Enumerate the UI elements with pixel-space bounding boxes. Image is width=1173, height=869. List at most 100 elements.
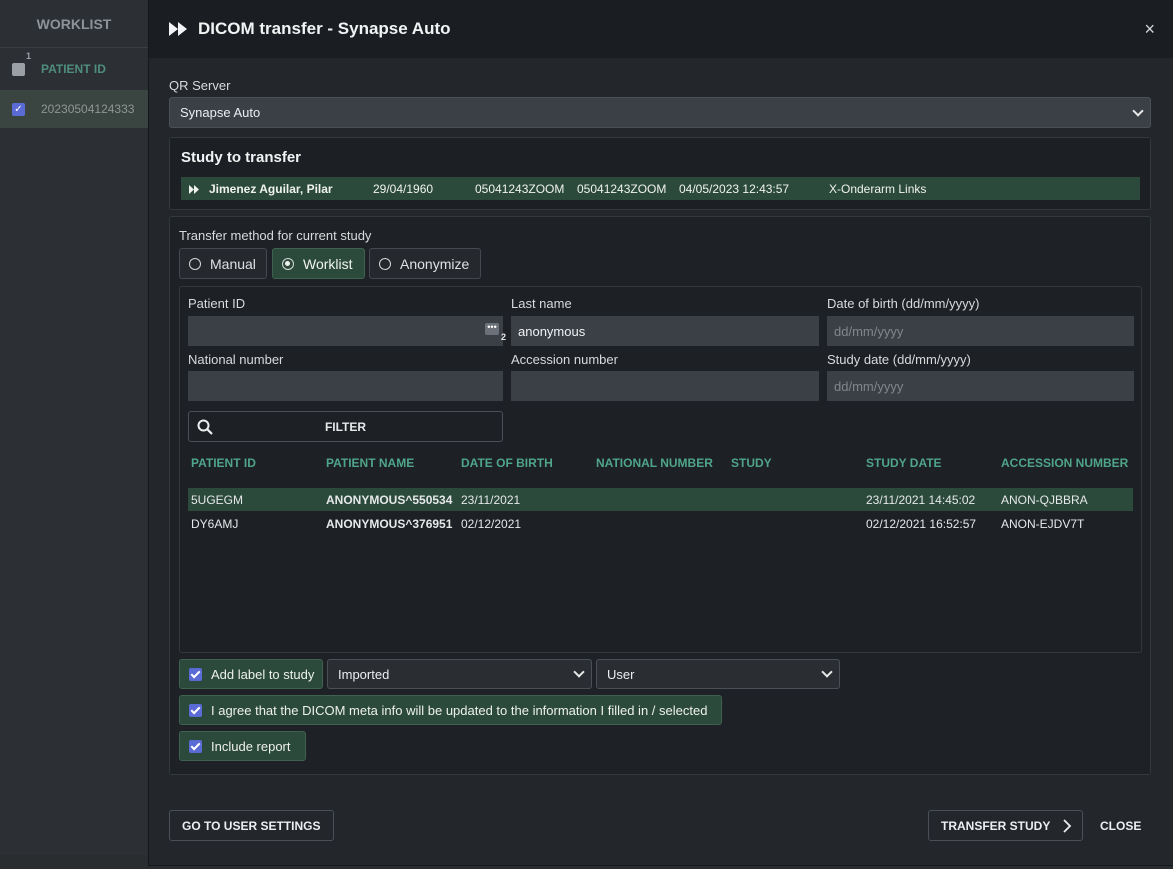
study-description: X-Onderarm Links xyxy=(829,182,927,196)
study-date-placeholder: dd/mm/yyyy xyxy=(834,378,904,394)
worklist-panel: WORKLIST 1 PATIENT ID ✓ 20230504124333 xyxy=(0,0,148,869)
study-row: Jimenez Aguilar, Pilar 29/04/1960 050412… xyxy=(181,177,1140,200)
radio-label: Worklist xyxy=(303,255,353,272)
transfer-study-button[interactable]: TRANSFER STUDY xyxy=(928,810,1083,841)
close-button[interactable]: CLOSE xyxy=(1100,819,1141,833)
chevron-down-icon xyxy=(573,666,585,678)
user-select-value: User xyxy=(607,666,635,682)
column-count: 1 xyxy=(26,51,32,61)
col-study[interactable]: STUDY xyxy=(731,456,772,470)
fast-forward-icon xyxy=(189,183,200,197)
row-patient-id: DY6AMJ xyxy=(191,517,239,531)
qr-server-value: Synapse Auto xyxy=(180,105,261,120)
col-date-of-birth[interactable]: DATE OF BIRTH xyxy=(461,456,553,470)
include-report-text: Include report xyxy=(211,738,291,754)
agree-checkbox[interactable]: I agree that the DICOM meta info will be… xyxy=(179,695,722,725)
study-title: Study to transfer xyxy=(181,149,302,166)
checkbox-checked-icon xyxy=(189,739,202,753)
table-row[interactable]: DY6AMJ ANONYMOUS^376951 02/12/2021 02/12… xyxy=(188,512,1133,535)
search-icon xyxy=(197,419,213,438)
radio-selected-icon xyxy=(282,257,294,270)
worklist-search-panel: Patient ID ••• 2 Last name anonymous Dat… xyxy=(179,286,1142,653)
row-patient-id: 5UGEGM xyxy=(191,493,244,507)
col-patient-id[interactable]: PATIENT ID xyxy=(191,456,256,470)
last-name-label: Last name xyxy=(511,296,572,311)
radio-label: Manual xyxy=(210,255,256,272)
dob-label: Date of birth (dd/mm/yyyy) xyxy=(827,296,980,311)
table-row[interactable]: 5UGEGM ANONYMOUS^550534 23/11/2021 23/11… xyxy=(188,488,1133,511)
row-study-date: 02/12/2021 16:52:57 xyxy=(866,517,977,531)
study-date-label: Study date (dd/mm/yyyy) xyxy=(827,352,971,367)
more-options-icon[interactable]: ••• xyxy=(485,323,499,335)
qr-server-select[interactable]: Synapse Auto xyxy=(169,97,1151,128)
row-study-date: 23/11/2021 14:45:02 xyxy=(866,493,976,507)
qr-server-label: QR Server xyxy=(169,78,231,93)
study-datetime: 04/05/2023 12:43:57 xyxy=(679,182,790,196)
user-settings-label: GO TO USER SETTINGS xyxy=(182,818,321,833)
patient-id-input[interactable]: ••• 2 xyxy=(188,316,506,346)
user-settings-button[interactable]: GO TO USER SETTINGS xyxy=(169,810,334,841)
patient-id-column-label: PATIENT ID xyxy=(41,62,106,76)
worklist-patient-id: 20230504124333 xyxy=(41,102,135,116)
col-national-number[interactable]: NATIONAL NUMBER xyxy=(596,456,713,470)
fast-forward-icon xyxy=(169,22,188,36)
study-to-transfer-panel: Study to transfer Jimenez Aguilar, Pilar… xyxy=(169,137,1151,210)
row-dob: 02/12/2021 xyxy=(461,517,522,531)
checkbox-checked-icon xyxy=(189,703,202,717)
study-date-input[interactable]: dd/mm/yyyy xyxy=(827,371,1134,401)
add-label-text: Add label to study xyxy=(211,666,315,682)
filter-label: FILTER xyxy=(324,419,367,434)
dob-placeholder: dd/mm/yyyy xyxy=(834,323,904,339)
chevron-down-icon xyxy=(821,666,833,678)
col-patient-name[interactable]: PATIENT NAME xyxy=(326,456,414,470)
dob-input[interactable]: dd/mm/yyyy xyxy=(827,316,1134,346)
col-study-date[interactable]: STUDY DATE xyxy=(866,456,942,470)
worklist-title: WORKLIST xyxy=(0,0,148,48)
row-patient-name: ANONYMOUS^550534 xyxy=(326,493,453,507)
col-accession-number[interactable]: ACCESSION NUMBER xyxy=(1001,456,1128,470)
chevron-right-icon xyxy=(1063,819,1072,836)
accession-number-label: Accession number xyxy=(511,352,618,367)
patient-id-label: Patient ID xyxy=(188,296,246,311)
filter-button[interactable]: FILTER xyxy=(188,411,503,442)
radio-icon xyxy=(189,257,201,270)
add-label-checkbox[interactable]: Add label to study xyxy=(179,659,323,689)
user-select[interactable]: User xyxy=(596,659,840,689)
row-checkbox[interactable]: ✓ xyxy=(12,102,25,116)
row-accession: ANON-QJBBRA xyxy=(1001,493,1088,507)
radio-manual[interactable]: Manual xyxy=(179,248,267,279)
radio-worklist[interactable]: Worklist xyxy=(272,248,365,279)
modal-title: DICOM transfer - Synapse Auto xyxy=(198,19,451,38)
close-icon[interactable]: × xyxy=(1144,19,1155,40)
agree-text: I agree that the DICOM meta info will be… xyxy=(211,702,708,718)
label-select-value: Imported xyxy=(338,666,390,682)
national-number-label: National number xyxy=(188,352,284,367)
accession-number-input[interactable] xyxy=(511,371,819,401)
last-name-value: anonymous xyxy=(518,323,586,339)
row-accession: ANON-EJDV7T xyxy=(1001,517,1085,531)
study-dob: 29/04/1960 xyxy=(373,182,434,196)
study-accession: 05041243ZOOM xyxy=(577,182,667,196)
select-all-checkbox[interactable] xyxy=(12,62,25,76)
worklist-column-header[interactable]: 1 PATIENT ID xyxy=(0,48,148,90)
transfer-study-label: TRANSFER STUDY xyxy=(941,818,1051,833)
worklist-row[interactable]: ✓ 20230504124333 xyxy=(0,90,148,128)
checkbox-checked-icon xyxy=(189,667,202,681)
dicom-transfer-modal: DICOM transfer - Synapse Auto × QR Serve… xyxy=(148,0,1173,866)
radio-anonymize[interactable]: Anonymize xyxy=(369,248,481,279)
radio-icon xyxy=(379,257,391,270)
radio-label: Anonymize xyxy=(400,255,470,272)
modal-header: DICOM transfer - Synapse Auto × xyxy=(149,0,1173,58)
include-report-checkbox[interactable]: Include report xyxy=(179,731,306,761)
chevron-down-icon xyxy=(1132,104,1144,117)
row-dob: 23/11/2021 xyxy=(461,493,521,507)
study-patient-name: Jimenez Aguilar, Pilar xyxy=(209,182,333,196)
row-patient-name: ANONYMOUS^376951 xyxy=(326,517,453,531)
label-select[interactable]: Imported xyxy=(327,659,592,689)
national-number-input[interactable] xyxy=(188,371,503,401)
transfer-method-panel: Transfer method for current study Manual… xyxy=(169,216,1151,775)
last-name-input[interactable]: anonymous xyxy=(511,316,819,346)
study-id: 05041243ZOOM xyxy=(475,182,565,196)
match-count-badge: 2 xyxy=(500,332,506,342)
transfer-method-label: Transfer method for current study xyxy=(179,228,372,243)
